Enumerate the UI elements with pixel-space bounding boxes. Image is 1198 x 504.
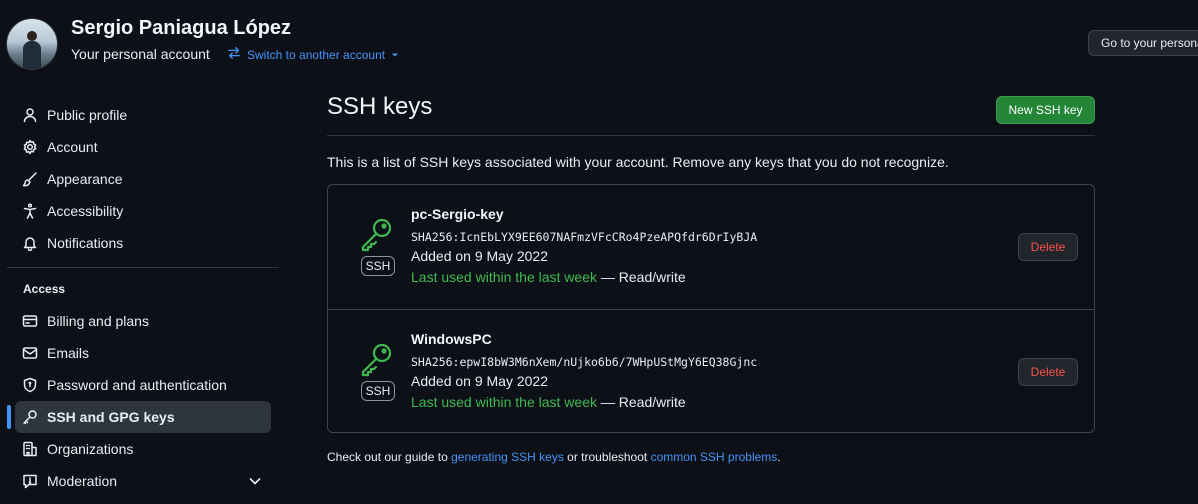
key-usage: Last used within the last week — Read/wr… [411,394,686,410]
accessibility-icon [22,203,38,219]
mail-icon [22,345,38,361]
report-icon [22,473,38,489]
sidebar-divider [7,267,279,268]
footer-middle: or troubleshoot [567,450,648,464]
sidebar-item-account[interactable]: Account [15,131,271,163]
sidebar-item-moderation[interactable]: Moderation [15,465,271,497]
user-name: Sergio Paniagua López [71,17,292,39]
sidebar-item-label: Account [47,139,98,155]
delete-button[interactable]: Delete [1018,233,1078,261]
page-title: SSH keys [327,93,433,120]
access-level: — Read/write [600,269,686,285]
list-item: SSH WindowsPC SHA256:epwI8bW3M6nXem/nUjk… [328,309,1094,434]
generating-ssh-keys-link[interactable]: generating SSH keys [451,450,564,464]
key-title: pc-Sergio-key [411,206,504,222]
bell-icon [22,235,38,251]
sidebar-item-label: Appearance [47,171,123,187]
key-title: WindowsPC [411,331,492,347]
sidebar-item-public-profile[interactable]: Public profile [15,99,271,131]
key-icon [359,216,395,252]
footer-suffix: . [777,450,781,464]
footer-help-text: Check out our guide to generating SSH ke… [327,450,781,464]
delete-button[interactable]: Delete [1018,358,1078,386]
sidebar-item-label: Billing and plans [47,313,149,329]
arrow-switch-icon [227,46,241,63]
ssh-badge: SSH [361,256,395,276]
sidebar-item-label: Accessibility [47,203,124,219]
new-ssh-key-button[interactable]: New SSH key [996,96,1095,124]
sidebar-item-label: SSH and GPG keys [47,409,175,425]
last-used-text: Last used within the last week [411,394,597,410]
ssh-key-list: SSH pc-Sergio-key SHA256:IcnEbLYX9EE607N… [327,184,1095,433]
switch-account-label: Switch to another account [247,47,386,62]
sidebar-item-label: Emails [47,345,90,361]
avatar[interactable] [6,18,58,70]
sidebar-item-billing[interactable]: Billing and plans [15,305,271,337]
key-icon [22,409,38,425]
organization-icon [22,441,38,457]
list-item: SSH pc-Sergio-key SHA256:IcnEbLYX9EE607N… [328,185,1094,309]
common-ssh-problems-link[interactable]: common SSH problems [651,450,778,464]
switch-account-link[interactable]: Switch to another account [227,46,399,63]
person-icon [22,107,38,123]
key-added-date: Added on 9 May 2022 [411,248,548,264]
sidebar-item-password-auth[interactable]: Password and authentication [15,369,271,401]
sidebar-item-organizations[interactable]: Organizations [15,433,271,465]
chevron-down-icon[interactable] [247,473,263,492]
shield-lock-icon [22,377,38,393]
active-indicator [7,405,11,429]
sidebar-item-appearance[interactable]: Appearance [15,163,271,195]
sidebar-section-access: Access [23,282,66,296]
sidebar-item-label: Public profile [47,107,128,123]
key-fingerprint: SHA256:epwI8bW3M6nXem/nUjko6b6/7WHpUStMg… [411,355,758,369]
key-usage: Last used within the last week — Read/wr… [411,269,686,285]
credit-card-icon [22,313,38,329]
ssh-badge: SSH [361,381,395,401]
sidebar-item-label: Notifications [47,235,124,251]
sidebar-item-emails[interactable]: Emails [15,337,271,369]
key-fingerprint: SHA256:IcnEbLYX9EE607NAFmzVFcCRo4PzeAPQf… [411,230,758,244]
key-added-date: Added on 9 May 2022 [411,373,548,389]
sidebar-item-notifications[interactable]: Notifications [15,227,271,259]
sidebar-item-accessibility[interactable]: Accessibility [15,195,271,227]
sidebar-item-label: Password and authentication [47,377,227,393]
title-divider [327,135,1095,136]
key-icon [359,341,395,377]
last-used-text: Last used within the last week [411,269,597,285]
go-to-profile-button[interactable]: Go to your personal profile [1088,30,1198,56]
caret-down-icon [391,48,399,62]
sidebar-item-label: Moderation [47,473,118,489]
paintbrush-icon [22,171,38,187]
access-level: — Read/write [600,394,686,410]
sidebar-item-ssh-gpg-keys[interactable]: SSH and GPG keys [15,401,271,433]
footer-prefix: Check out our guide to [327,450,448,464]
sidebar-item-label: Organizations [47,441,134,457]
account-label: Your personal account [71,46,210,62]
intro-text: This is a list of SSH keys associated wi… [327,154,949,170]
gear-icon [22,139,38,155]
